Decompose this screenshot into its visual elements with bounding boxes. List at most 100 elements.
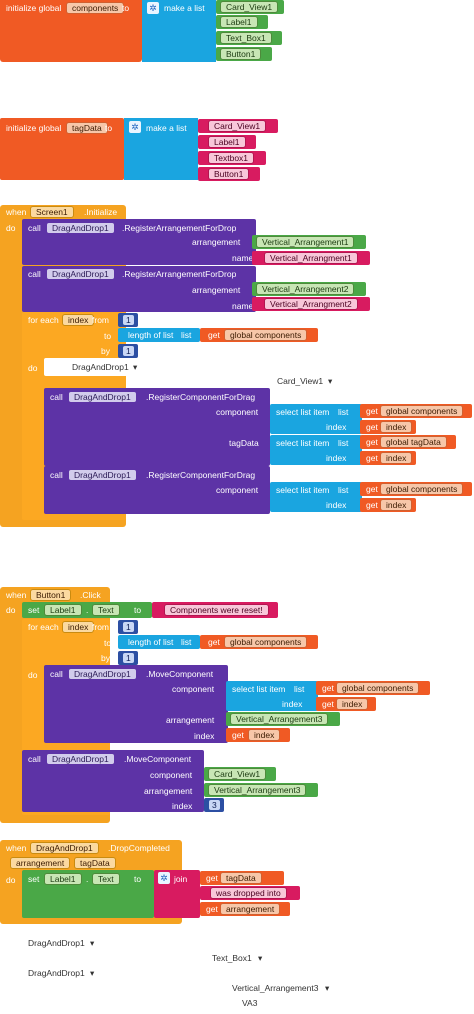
call-label: call	[28, 754, 41, 764]
set-label: set	[28, 605, 40, 615]
text-field[interactable]: was dropped into	[210, 887, 287, 899]
do-label: do	[6, 223, 16, 233]
variable-dropdown[interactable]: global tagData	[380, 436, 447, 448]
component-dropdown[interactable]: Vertical_Arrangement1	[256, 236, 355, 248]
number-field[interactable]: 1	[122, 345, 135, 357]
index-arg-label: index	[326, 500, 347, 510]
component-dropdown[interactable]: Label1	[44, 604, 82, 616]
number-field[interactable]: 1	[122, 621, 135, 633]
get-label: get	[232, 730, 244, 740]
screen-dropdown[interactable]: Screen1	[30, 206, 74, 218]
arrangement-arg-label: arrangement	[166, 715, 215, 725]
loose-component-label[interactable]: DragAndDrop1	[28, 968, 85, 978]
method-label: .RegisterComponentForDrag	[146, 470, 256, 480]
component-dropdown[interactable]: DragAndDrop1	[46, 222, 115, 234]
call-label: call	[28, 223, 41, 233]
text-field[interactable]: Label1	[208, 136, 246, 148]
component-arg-label: component	[216, 485, 259, 495]
select-label: select list item	[276, 407, 330, 417]
to-label: to	[104, 331, 112, 341]
loop-var-field[interactable]: index	[62, 314, 95, 326]
variable-dropdown[interactable]: global components	[224, 329, 308, 341]
component-dropdown[interactable]: DragAndDrop1	[46, 268, 115, 280]
component-dropdown[interactable]: Text_Box1	[220, 32, 272, 44]
component-arg-label: component	[216, 407, 259, 417]
component-dropdown[interactable]: Label1	[44, 873, 82, 885]
component-dropdown[interactable]: Vertical_Arrangement3	[230, 713, 329, 725]
text-field[interactable]: Textbox1	[208, 152, 255, 164]
length-label: length of list	[128, 637, 174, 647]
loop-var-field[interactable]: index	[62, 621, 95, 633]
component-dropdown[interactable]: DragAndDrop1	[68, 668, 137, 680]
tagdata-arg-label: tagData	[229, 438, 259, 448]
make-list-label: make a list	[146, 123, 187, 133]
loose-chevron-icon[interactable]: ▾	[90, 968, 94, 979]
variable-dropdown[interactable]: index	[336, 698, 369, 710]
variable-dropdown[interactable]: global components	[380, 483, 464, 495]
text-field[interactable]: Card_View1	[208, 120, 267, 132]
text-field[interactable]: Components were reset!	[164, 604, 269, 616]
global-name-field[interactable]: components	[66, 2, 125, 14]
index-arg-label: index	[194, 731, 215, 741]
component-dropdown[interactable]: Vertical_Arrangement3	[208, 784, 307, 796]
mutator-gear-icon[interactable]: ✲	[147, 2, 159, 14]
variable-dropdown[interactable]: index	[248, 729, 281, 741]
global-name-field[interactable]: tagData	[66, 122, 108, 134]
variable-dropdown[interactable]: global components	[380, 405, 464, 417]
loose-chevron-icon[interactable]: ▾	[258, 953, 262, 964]
do-label: do	[6, 875, 16, 885]
property-dropdown[interactable]: Text	[92, 873, 120, 885]
variable-dropdown[interactable]: global components	[336, 682, 420, 694]
mutator-gear-icon[interactable]: ✲	[129, 121, 141, 133]
text-field[interactable]: Vertical_Arrangment2	[264, 298, 358, 310]
number-field[interactable]: 1	[122, 652, 135, 664]
variable-dropdown[interactable]: tagData	[220, 872, 262, 884]
variable-dropdown[interactable]: index	[380, 421, 413, 433]
variable-dropdown[interactable]: index	[380, 499, 413, 511]
for-each-label: for each	[28, 315, 59, 325]
event-label: .DropCompleted	[108, 843, 170, 853]
param-arrangement[interactable]: arrangement	[10, 857, 71, 869]
when-label: when	[6, 843, 27, 853]
variable-dropdown[interactable]: index	[380, 452, 413, 464]
arrangement-arg-label: arrangement	[144, 786, 193, 796]
arrangement-arg-label: arrangement	[192, 237, 241, 247]
name-arg-label: name	[232, 301, 254, 311]
loose-chevron-icon[interactable]: ▾	[325, 983, 329, 994]
property-dropdown[interactable]: Text	[92, 604, 120, 616]
floating-component-label[interactable]: Card_View1	[277, 376, 323, 386]
get-label: get	[208, 637, 220, 647]
call-label: call	[50, 669, 63, 679]
component-dropdown[interactable]: DragAndDrop1	[68, 469, 137, 481]
floating-component-chevron-icon[interactable]: ▾	[328, 376, 332, 387]
index-arg-label: index	[326, 453, 347, 463]
loose-component-label[interactable]: DragAndDrop1	[28, 938, 85, 948]
loose-chevron-icon[interactable]: ▾	[90, 938, 94, 949]
floating-component-label[interactable]: DragAndDrop1	[72, 362, 129, 372]
button-dropdown[interactable]: Button1	[30, 589, 72, 601]
text-field[interactable]: Button1	[208, 168, 250, 180]
list-label: list	[338, 485, 349, 495]
component-dropdown[interactable]: DragAndDrop1	[30, 842, 99, 854]
component-dropdown[interactable]: DragAndDrop1	[46, 753, 115, 765]
number-field[interactable]: 1	[122, 314, 135, 326]
component-dropdown[interactable]: Card_View1	[220, 1, 279, 13]
make-list-label: make a list	[164, 3, 205, 13]
number-field[interactable]: 3	[208, 799, 221, 811]
component-dropdown[interactable]: Card_View1	[208, 768, 267, 780]
component-dropdown[interactable]: DragAndDrop1	[68, 391, 137, 403]
loose-component-label[interactable]: Vertical_Arrangement3	[232, 983, 318, 993]
component-dropdown[interactable]: Vertical_Arrangement2	[256, 283, 355, 295]
loose-component-label[interactable]: Text_Box1	[212, 953, 252, 963]
mutator-gear-icon[interactable]: ✲	[158, 872, 170, 884]
variable-dropdown[interactable]: global components	[224, 636, 308, 648]
component-dropdown[interactable]: Button1	[220, 48, 262, 60]
variable-dropdown[interactable]: arrangement	[220, 903, 281, 915]
floating-component-chevron-icon[interactable]: ▾	[133, 362, 137, 373]
list-label: list	[294, 684, 305, 694]
list-label: list	[338, 438, 349, 448]
component-dropdown[interactable]: Label1	[220, 16, 258, 28]
loose-text-label[interactable]: VA3	[242, 998, 257, 1008]
text-field[interactable]: Vertical_Arrangment1	[264, 252, 358, 264]
param-tagdata[interactable]: tagData	[74, 857, 116, 869]
